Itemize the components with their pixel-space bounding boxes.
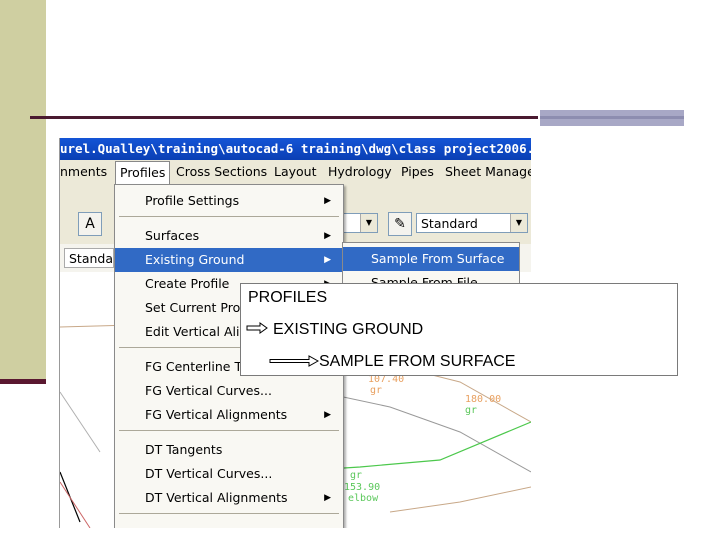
dimension-style-icon[interactable]: ✎ <box>388 212 412 236</box>
menu-profiles[interactable]: Profiles <box>115 161 171 185</box>
slide-sidebar-accent <box>0 379 46 384</box>
menu-item-fg-vertical-curves[interactable]: FG Vertical Curves... <box>115 379 343 403</box>
submenu-arrow-icon: ▶ <box>324 231 331 241</box>
menu-separator <box>119 216 339 217</box>
style-combo-value: Standard <box>421 216 478 231</box>
instruction-callout: PROFILES EXISTING GROUND SAMPLE FROM SUR… <box>240 283 678 376</box>
slide-sidebar <box>0 0 46 384</box>
arrow-right-icon <box>246 322 268 334</box>
station-label: 153.90 <box>344 482 381 493</box>
window-title: urel.Qualley\training\autocad-6 training… <box>60 141 531 156</box>
menu-separator <box>119 513 339 514</box>
callout-step-profiles: PROFILES <box>248 289 328 306</box>
menu-item-fg-vertical-alignments[interactable]: FG Vertical Alignments ▶ <box>115 403 343 427</box>
menu-item-dt-vertical-alignments[interactable]: DT Vertical Alignments ▶ <box>115 486 343 510</box>
menu-bar: nments Profiles Cross Sections Layout Hy… <box>60 160 531 185</box>
dim-style-combo[interactable]: ▼ <box>340 213 378 233</box>
text-style-icon[interactable]: A <box>78 212 102 236</box>
menu-item-sample-from-surface[interactable]: Sample From Surface <box>343 247 519 271</box>
menu-layout[interactable]: Layout <box>274 160 317 184</box>
menu-item-dt-vertical-curves[interactable]: DT Vertical Curves... <box>115 462 343 486</box>
arrow-right-icon <box>269 355 319 367</box>
station-label: elbow <box>348 493 379 504</box>
station-label: gr <box>350 470 363 481</box>
menu-item-profile-settings[interactable]: Profile Settings ▶ <box>115 189 343 213</box>
submenu-arrow-icon: ▶ <box>324 410 331 420</box>
station-label: gr <box>465 405 478 416</box>
chevron-down-icon[interactable]: ▼ <box>360 214 377 232</box>
menu-item-surfaces[interactable]: Surfaces ▶ <box>115 224 343 248</box>
submenu-arrow-icon: ▶ <box>324 493 331 503</box>
menu-cross-sections[interactable]: Cross Sections <box>176 160 267 184</box>
station-label: gr <box>370 385 383 396</box>
slide-divider-block-line <box>540 116 684 119</box>
menu-item-dt-tangents[interactable]: DT Tangents <box>115 438 343 462</box>
menu-sheet-manager[interactable]: Sheet Manage <box>445 160 531 184</box>
station-label: 180.00 <box>465 394 502 405</box>
chevron-down-icon[interactable]: ▼ <box>510 214 527 232</box>
menu-item-existing-ground[interactable]: Existing Ground ▶ <box>115 248 343 272</box>
menu-pipes[interactable]: Pipes <box>401 160 434 184</box>
menu-separator <box>119 430 339 431</box>
callout-step-existing-ground: EXISTING GROUND <box>273 321 424 338</box>
slide-divider-line <box>30 116 538 119</box>
submenu-arrow-icon: ▶ <box>324 196 331 206</box>
style-combo[interactable]: Standard ▼ <box>416 213 528 233</box>
layer-combo[interactable]: Standard <box>64 248 126 268</box>
menu-alignments[interactable]: nments <box>60 160 107 184</box>
callout-step-sample-from-surface: SAMPLE FROM SURFACE <box>319 353 516 370</box>
window-title-bar: urel.Qualley\training\autocad-6 training… <box>60 138 531 160</box>
menu-hydrology[interactable]: Hydrology <box>328 160 392 184</box>
submenu-arrow-icon: ▶ <box>324 255 331 265</box>
